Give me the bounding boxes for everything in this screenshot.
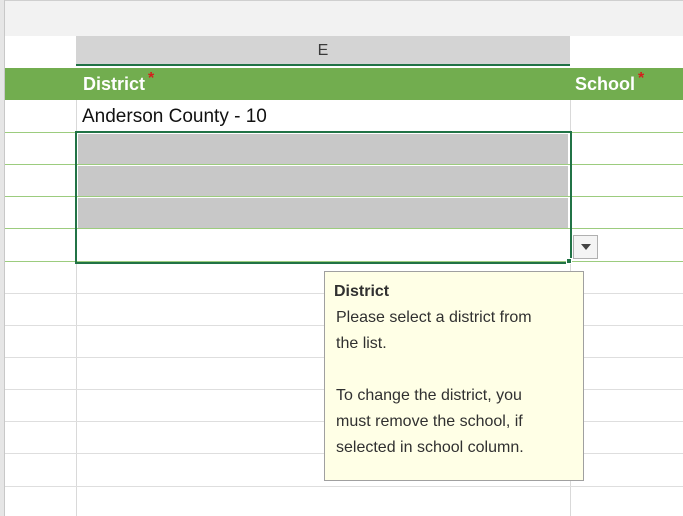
column-header-e[interactable]: E <box>76 36 570 66</box>
toolbar-strip <box>0 0 683 36</box>
required-marker: * <box>148 70 155 87</box>
selection-range <box>75 131 572 264</box>
fill-handle[interactable] <box>566 258 572 264</box>
required-marker: * <box>638 70 645 87</box>
triangle-down-icon <box>580 244 591 250</box>
district-cell[interactable]: Anderson County - 10 <box>82 101 267 133</box>
input-message-tooltip: District Please select a district from t… <box>324 271 584 481</box>
tooltip-line: selected in school column. <box>336 439 524 456</box>
school-header-cell[interactable]: School * <box>575 68 644 100</box>
tooltip-line: To change the district, you <box>336 387 522 404</box>
tooltip-line: the list. <box>336 335 387 352</box>
tooltip-line: must remove the school, if <box>336 413 523 430</box>
district-header-label: District <box>83 74 146 94</box>
dropdown-button[interactable] <box>573 235 598 259</box>
tooltip-line: Please select a district from <box>336 309 532 326</box>
school-header-label: School <box>575 74 636 94</box>
district-header-cell[interactable]: District * <box>83 68 154 100</box>
gridline-horizontal <box>5 486 683 487</box>
tooltip-title: District <box>334 283 390 300</box>
